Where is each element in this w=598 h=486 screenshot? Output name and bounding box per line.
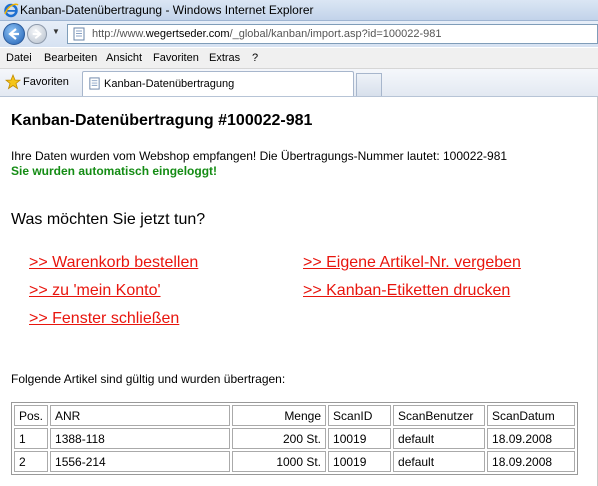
- action-question: Was möchten Sie jetzt tun?: [11, 211, 206, 228]
- cell-scanbenutzer: default: [393, 451, 486, 472]
- menu-help[interactable]: ?: [252, 48, 258, 68]
- header-anr: ANR: [50, 405, 231, 426]
- address-field[interactable]: http://www.wegertseder.com/_global/kanba…: [67, 24, 598, 44]
- navigation-bar: ▼ http://www.wegertseder.com/_global/kan…: [0, 21, 598, 47]
- header-scanid: ScanID: [328, 405, 392, 426]
- cell-anr: 1388-118: [50, 428, 231, 449]
- page-title: Kanban-Datenübertragung #100022-981: [11, 112, 313, 129]
- ie-logo-icon: [4, 3, 19, 18]
- cell-scanid: 10019: [328, 451, 392, 472]
- own-article-number-link[interactable]: >> Eigene Artikel-Nr. vergeben: [303, 254, 521, 272]
- cell-scandatum: 18.09.2008: [487, 428, 575, 449]
- login-status: Sie wurden automatisch eingeloggt!: [11, 164, 218, 178]
- menu-datei[interactable]: Datei: [6, 48, 32, 68]
- window-title: Kanban-Datenübertragung - Windows Intern…: [20, 3, 314, 17]
- address-url: http://www.wegertseder.com/_global/kanba…: [92, 25, 441, 43]
- table-row: 2 1556-214 1000 St. 10019 default 18.09.…: [14, 451, 575, 472]
- cell-scanid: 10019: [328, 428, 392, 449]
- table-row: 1 1388-118 200 St. 10019 default 18.09.2…: [14, 428, 575, 449]
- menu-bar: Datei Bearbeiten Ansicht Favoriten Extra…: [0, 48, 598, 69]
- confirmation-message: Ihre Daten wurden vom Webshop empfangen!…: [11, 149, 508, 163]
- table-intro: Folgende Artikel sind gültig und wurden …: [11, 372, 286, 386]
- menu-ansicht[interactable]: Ansicht: [106, 48, 142, 68]
- menu-favoriten[interactable]: Favoriten: [153, 48, 199, 68]
- table-header-row: Pos. ANR Menge ScanID ScanBenutzer ScanD…: [14, 405, 575, 426]
- articles-table: Pos. ANR Menge ScanID ScanBenutzer ScanD…: [11, 402, 578, 475]
- print-kanban-labels-link[interactable]: >> Kanban-Etiketten drucken: [303, 282, 510, 300]
- url-path: /_global/kanban/import.asp?id=100022-981: [229, 28, 442, 40]
- favorites-star-icon[interactable]: [5, 74, 21, 90]
- favorites-button[interactable]: Favoriten: [23, 76, 69, 88]
- menu-bearbeiten[interactable]: Bearbeiten: [44, 48, 97, 68]
- cell-scanbenutzer: default: [393, 428, 486, 449]
- history-dropdown-icon[interactable]: ▼: [52, 27, 60, 36]
- cell-scandatum: 18.09.2008: [487, 451, 575, 472]
- cell-menge: 200 St.: [232, 428, 327, 449]
- header-scandatum: ScanDatum: [487, 405, 575, 426]
- page-content: Kanban-Datenübertragung #100022-981 Ihre…: [0, 97, 598, 486]
- my-account-link[interactable]: >> zu 'mein Konto': [29, 282, 161, 300]
- cell-anr: 1556-214: [50, 451, 231, 472]
- tab-kanban[interactable]: Kanban-Datenübertragung: [82, 71, 354, 96]
- forward-button[interactable]: [27, 24, 47, 44]
- close-window-link[interactable]: >> Fenster schließen: [29, 310, 179, 328]
- header-menge: Menge: [232, 405, 327, 426]
- back-arrow-icon: [8, 28, 19, 40]
- header-scanbenutzer: ScanBenutzer: [393, 405, 486, 426]
- header-pos: Pos.: [14, 405, 49, 426]
- page-icon: [89, 77, 100, 90]
- menu-extras[interactable]: Extras: [209, 48, 240, 68]
- tab-label: Kanban-Datenübertragung: [104, 78, 235, 90]
- page-icon: [73, 27, 85, 41]
- forward-arrow-icon: [32, 28, 42, 40]
- back-button[interactable]: [3, 23, 25, 45]
- cell-pos: 1: [14, 428, 49, 449]
- url-host: wegertseder.com: [145, 28, 230, 40]
- favorites-bar: Favoriten Kanban-Datenübertragung: [0, 69, 598, 97]
- order-cart-link[interactable]: >> Warenkorb bestellen: [29, 254, 198, 272]
- new-tab-button[interactable]: [356, 73, 382, 96]
- cell-pos: 2: [14, 451, 49, 472]
- url-prefix: http://www.: [92, 28, 146, 40]
- cell-menge: 1000 St.: [232, 451, 327, 472]
- window-title-bar[interactable]: Kanban-Datenübertragung - Windows Intern…: [0, 0, 598, 21]
